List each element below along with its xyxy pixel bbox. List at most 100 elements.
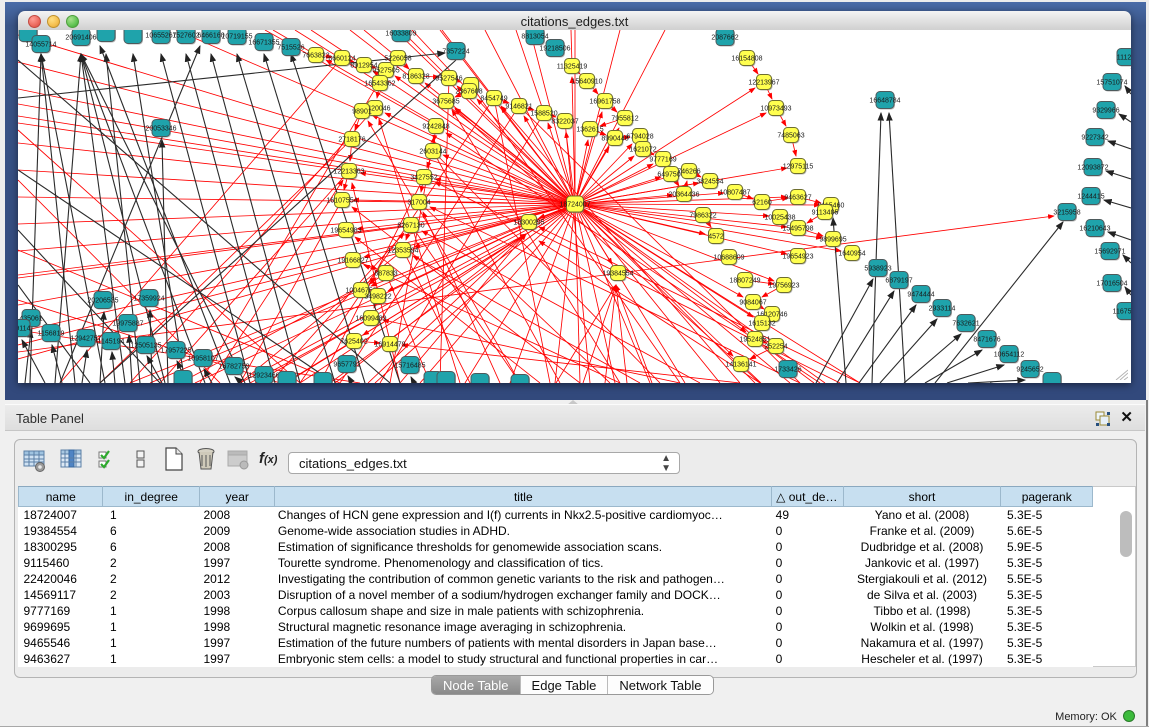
svg-text:12505135: 12505135 — [130, 343, 161, 350]
svg-text:1244415: 1244415 — [1077, 194, 1104, 201]
svg-text:16210643: 16210643 — [1079, 226, 1110, 233]
svg-text:9245652: 9245652 — [1016, 367, 1043, 374]
svg-text:19654923: 19654923 — [782, 254, 813, 261]
svg-text:11125: 11125 — [1117, 55, 1131, 62]
svg-text:10654112: 10654112 — [994, 352, 1025, 359]
svg-text:7515526: 7515526 — [277, 45, 304, 52]
svg-text:19975887: 19975887 — [112, 321, 143, 328]
svg-text:20691406: 20691406 — [65, 35, 96, 42]
svg-text:1156819: 1156819 — [38, 331, 65, 338]
svg-text:9084067: 9084067 — [739, 300, 766, 307]
svg-text:10807487: 10807487 — [719, 190, 750, 197]
svg-text:9474444: 9474444 — [907, 292, 934, 299]
svg-text:8322037: 8322037 — [551, 119, 578, 126]
svg-text:8267130: 8267130 — [397, 223, 424, 230]
svg-text:98901: 98901 — [352, 109, 372, 116]
svg-text:20053346: 20053346 — [145, 126, 176, 133]
svg-text:887833: 887833 — [374, 271, 397, 278]
svg-text:16782759: 16782759 — [218, 364, 249, 371]
svg-text:15751074: 15751074 — [1096, 80, 1127, 87]
svg-text:1167533: 1167533 — [1113, 309, 1131, 316]
svg-text:7632621: 7632621 — [952, 321, 979, 328]
svg-text:18724007: 18724007 — [559, 202, 590, 209]
svg-text:317004: 317004 — [407, 200, 430, 207]
svg-text:10958107: 10958107 — [187, 356, 218, 363]
svg-text:17016504: 17016504 — [1096, 281, 1127, 288]
svg-text:1362615: 1362615 — [576, 127, 603, 134]
svg-text:15495798: 15495798 — [782, 226, 813, 233]
svg-text:3498222: 3498222 — [364, 294, 391, 301]
svg-text:16107554: 16107554 — [326, 198, 357, 205]
svg-text:19756923: 19756923 — [768, 283, 799, 290]
svg-text:4572: 4572 — [708, 234, 724, 241]
svg-text:11325419: 11325419 — [557, 64, 588, 71]
svg-text:3427552: 3427552 — [410, 175, 437, 182]
svg-text:12093872: 12093872 — [1077, 165, 1108, 172]
svg-text:746266: 746266 — [677, 169, 700, 176]
svg-text:16154808: 16154808 — [731, 56, 762, 63]
svg-text:9227342: 9227342 — [1081, 135, 1108, 142]
svg-text:7357224: 7357224 — [442, 49, 469, 56]
svg-text:12213967: 12213967 — [748, 80, 779, 87]
svg-text:2087662: 2087662 — [711, 35, 738, 42]
svg-text:7663822: 7663822 — [302, 53, 329, 60]
svg-text:9777169: 9777169 — [649, 157, 676, 164]
svg-text:12923466: 12923466 — [248, 373, 279, 380]
svg-text:3215958: 3215958 — [1053, 210, 1080, 217]
svg-text:62160: 62160 — [752, 200, 772, 207]
svg-text:1621072: 1621072 — [629, 147, 656, 154]
svg-text:12975115: 12975115 — [783, 164, 814, 171]
svg-text:6879197: 6879197 — [885, 278, 912, 285]
svg-text:10688609: 10688609 — [713, 255, 744, 262]
svg-text:17957225: 17957225 — [160, 348, 191, 355]
svg-text:1527602: 1527602 — [172, 33, 199, 40]
svg-text:10973493: 10973493 — [760, 106, 791, 113]
svg-text:18300295: 18300295 — [513, 220, 544, 227]
svg-text:9329966: 9329966 — [1092, 108, 1119, 115]
svg-text:8454749: 8454749 — [480, 96, 507, 103]
svg-text:19524851: 19524851 — [739, 337, 770, 344]
svg-text:19166827: 19166827 — [337, 258, 368, 265]
svg-text:1615132: 1615132 — [748, 321, 775, 328]
svg-text:9657791: 9657791 — [333, 362, 360, 369]
svg-text:14136141: 14136141 — [725, 362, 756, 369]
svg-text:10025438: 10025438 — [764, 215, 795, 222]
svg-text:16671355: 16671355 — [248, 40, 279, 47]
svg-text:9899695: 9899695 — [819, 237, 846, 244]
svg-text:9463627: 9463627 — [784, 195, 811, 202]
svg-text:7485063: 7485063 — [777, 133, 804, 140]
svg-text:3824554: 3824554 — [696, 179, 723, 186]
svg-text:7955812: 7955812 — [611, 116, 638, 123]
svg-text:9527546: 9527546 — [435, 76, 462, 83]
svg-text:252254: 252254 — [764, 344, 787, 351]
svg-text:2367608: 2367608 — [455, 89, 482, 96]
svg-text:9113405: 9113405 — [812, 210, 839, 217]
svg-text:9242848: 9242848 — [422, 124, 449, 131]
svg-text:5226058: 5226058 — [384, 56, 411, 63]
svg-text:12213363: 12213363 — [333, 169, 364, 176]
svg-text:16099489: 16099489 — [355, 316, 386, 323]
svg-text:8186328: 8186328 — [402, 74, 429, 81]
svg-text:8471676: 8471676 — [973, 337, 1000, 344]
svg-text:2603144: 2603144 — [419, 149, 446, 156]
svg-text:20206535: 20206535 — [87, 298, 118, 305]
svg-text:17359924: 17359924 — [133, 296, 164, 303]
svg-text:1588520: 1588520 — [530, 111, 557, 118]
svg-text:7625402: 7625402 — [340, 339, 367, 346]
svg-text:19218506: 19218506 — [539, 46, 570, 53]
svg-text:15716485: 15716485 — [394, 363, 425, 370]
svg-text:16914479: 16914479 — [374, 342, 405, 349]
svg-text:8813054: 8813054 — [521, 34, 548, 41]
svg-text:1640954: 1640954 — [838, 251, 865, 258]
svg-text:15640910: 15640910 — [571, 79, 602, 86]
svg-text:9527505: 9527505 — [372, 68, 399, 75]
svg-text:14055714: 14055714 — [25, 42, 56, 49]
svg-text:18807249: 18807249 — [729, 278, 760, 285]
svg-text:6794028: 6794028 — [626, 134, 653, 141]
svg-text:16033809: 16033809 — [385, 31, 416, 38]
svg-text:16961758: 16961758 — [589, 99, 620, 106]
svg-text:19384554: 19384554 — [602, 271, 633, 278]
svg-text:9146821: 9146821 — [505, 104, 532, 111]
svg-text:16648784: 16648784 — [869, 98, 900, 105]
svg-text:5938923: 5938923 — [864, 266, 891, 273]
